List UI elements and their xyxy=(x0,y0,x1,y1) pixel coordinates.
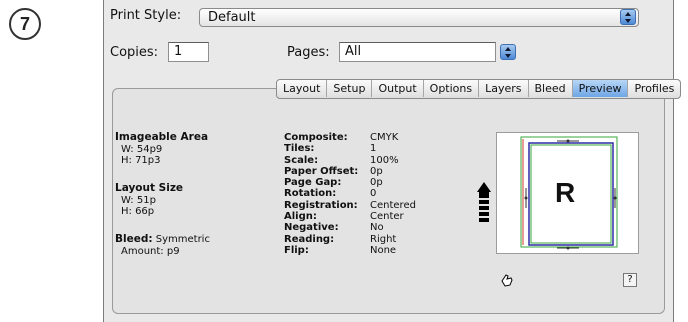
tab-preview[interactable]: Preview xyxy=(572,80,629,97)
copies-label: Copies: xyxy=(110,45,159,60)
bleed-label: Bleed: xyxy=(115,233,153,245)
tab-setup[interactable]: Setup xyxy=(327,80,373,97)
pages-field[interactable]: All xyxy=(339,42,496,62)
tab-options[interactable]: Options xyxy=(424,80,480,97)
settings-key: Reading: xyxy=(284,233,335,245)
tab-output[interactable]: Output xyxy=(372,80,424,97)
settings-row: Composite: CMYK xyxy=(284,132,416,143)
settings-row: Tiles: 1 xyxy=(284,143,416,154)
help-button[interactable]: ? xyxy=(623,273,637,287)
feed-direction-arrow-icon xyxy=(477,182,491,222)
layout-size-width: W: 51p xyxy=(121,194,156,206)
settings-value: Right xyxy=(370,233,397,245)
layout-size-height: H: 66p xyxy=(121,206,155,217)
settings-key: Flip: xyxy=(284,244,309,256)
settings-key: Page Gap: xyxy=(284,177,342,189)
settings-value: Centered xyxy=(370,199,416,211)
print-style-popup[interactable]: Default xyxy=(199,8,639,27)
settings-value: No xyxy=(370,222,384,234)
settings-row: Align: Center xyxy=(284,211,416,222)
settings-value: 1 xyxy=(370,143,377,155)
settings-value: 0p xyxy=(370,177,383,189)
copies-field[interactable]: 1 xyxy=(168,42,209,62)
settings-key: Registration: xyxy=(284,199,358,211)
settings-key: Align: xyxy=(284,211,317,223)
copies-value: 1 xyxy=(174,44,183,59)
settings-value: 100% xyxy=(370,154,399,166)
settings-row: Negative: No xyxy=(284,222,416,233)
settings-key: Tiles: xyxy=(284,143,315,155)
print-style-label: Print Style: xyxy=(110,8,182,23)
bleed-value: Symmetric xyxy=(155,234,210,245)
tab-layout[interactable]: Layout xyxy=(277,80,328,97)
settings-key: Rotation: xyxy=(284,188,337,200)
hand-cursor-icon[interactable] xyxy=(499,272,515,288)
pages-popup-arrows-icon[interactable] xyxy=(500,44,516,60)
settings-key: Composite: xyxy=(284,132,348,143)
layout-size-heading: Layout Size xyxy=(115,182,184,194)
bleed-section: Bleed: Symmetric Amount: p9 xyxy=(115,233,210,257)
tab-bleed[interactable]: Bleed xyxy=(529,80,573,97)
settings-value: 0 xyxy=(370,188,377,200)
settings-value: 0p xyxy=(370,165,383,177)
tab-layers[interactable]: Layers xyxy=(479,80,529,97)
bleed-amount: Amount: p9 xyxy=(121,245,180,257)
settings-value: Center xyxy=(370,211,404,223)
settings-row: Rotation: 0 xyxy=(284,188,416,199)
settings-row: Reading: Right xyxy=(284,234,416,245)
imageable-area-width: W: 54p9 xyxy=(121,143,163,155)
tab-profiles[interactable]: Profiles xyxy=(628,80,680,97)
imageable-area-section: Imageable Area W: 54p9 H: 71p3 xyxy=(115,131,209,167)
page-letter: R xyxy=(555,177,576,208)
settings-summary: Composite: CMYK Tiles: 1 Scale: 100% Paper … xyxy=(284,132,416,256)
imageable-area-height: H: 71p3 xyxy=(121,155,161,166)
settings-key: Negative: xyxy=(284,222,339,234)
settings-key: Paper Offset: xyxy=(284,165,359,177)
settings-key: Scale: xyxy=(284,154,319,166)
print-style-popup-arrows-icon[interactable] xyxy=(620,9,636,25)
pages-value: All xyxy=(345,44,362,59)
settings-row: Flip: None xyxy=(284,245,416,256)
settings-value: None xyxy=(370,244,397,256)
layout-size-section: Layout Size W: 51p H: 66p xyxy=(115,182,184,218)
settings-row: Paper Offset: 0p xyxy=(284,166,416,177)
settings-row: Page Gap: 0p xyxy=(284,177,416,188)
imageable-area-heading: Imageable Area xyxy=(115,131,209,143)
page-preview: R xyxy=(496,132,639,254)
print-dialog: Print Style: Default Copies: 1 Pages: Al… xyxy=(103,0,682,322)
step-number-badge: 7 xyxy=(9,8,41,40)
settings-row: Registration: Centered xyxy=(284,200,416,211)
pages-label: Pages: xyxy=(287,45,330,60)
tab-bar: Layout Setup Output Options Layers Bleed… xyxy=(276,79,682,99)
settings-value: CMYK xyxy=(370,132,399,143)
print-style-value: Default xyxy=(208,10,256,25)
settings-row: Scale: 100% xyxy=(284,155,416,166)
